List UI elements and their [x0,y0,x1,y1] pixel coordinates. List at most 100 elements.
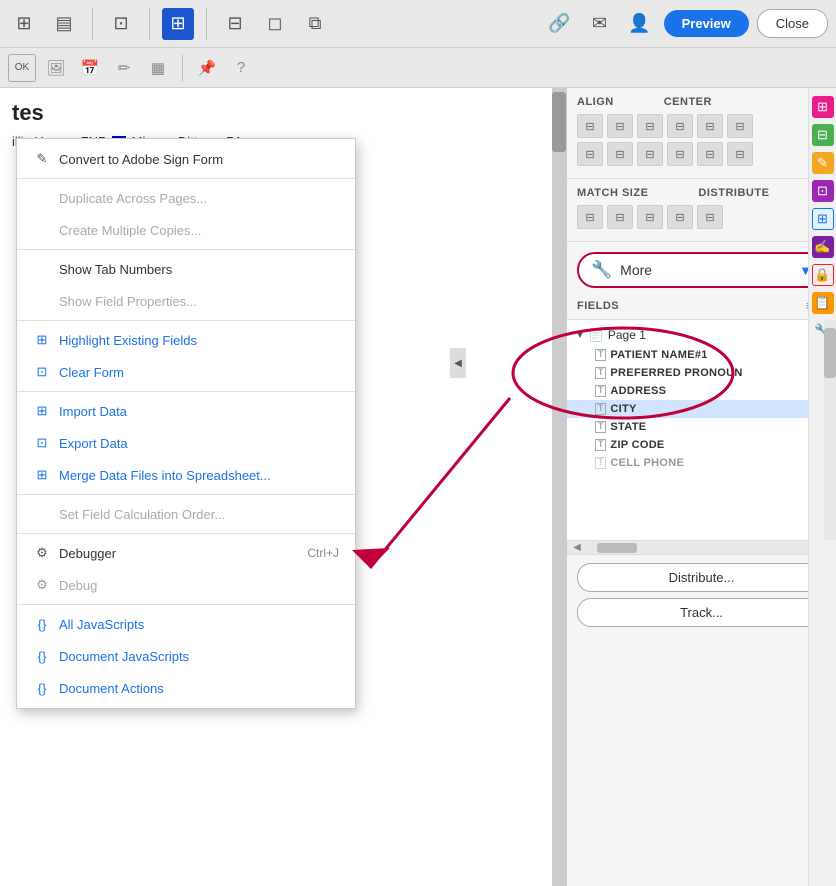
strip-icon-sign[interactable]: ✍ [812,236,834,258]
page1-icon: 📄 [589,328,604,342]
tool-ok[interactable]: OK [8,54,36,82]
align-bottom-icon[interactable]: ⊟ [727,114,753,138]
field-name-city: CITY [610,403,636,415]
align-center-h-icon[interactable]: ⊟ [607,114,633,138]
menu-highlight[interactable]: ⊞ Highlight Existing Fields [17,324,355,356]
fields-scrollbar[interactable] [824,320,836,540]
match-width-icon[interactable]: ⊟ [577,205,603,229]
menu-all-js[interactable]: {} All JavaScripts [17,608,355,640]
match-both-icon[interactable]: ⊟ [637,205,663,229]
menu-doc-js[interactable]: {} Document JavaScripts [17,640,355,672]
tool-calendar[interactable]: 📅 [76,54,104,82]
menu-doc-js-label: Document JavaScripts [59,649,189,664]
toolbar-right: 🔗 ✉ 👤 Preview Close [544,8,828,40]
tool-view[interactable]: ⊟ [219,8,251,40]
menu-doc-actions-label: Document Actions [59,681,164,696]
align-top-icon[interactable]: ⊟ [667,114,693,138]
pdf-scroll-thumb[interactable] [552,92,566,152]
fields-scroll-thumb[interactable] [824,328,836,378]
close-button[interactable]: Close [757,9,828,38]
align-center-v-icon[interactable]: ⊟ [697,114,723,138]
top-toolbar: ⊞ ▤ ⊡ ⊞ ⊟ ◻ ⧉ 🔗 ✉ 👤 Preview Close [0,0,836,48]
merge-icon: ⊞ [33,466,51,484]
tool-action[interactable]: ⧉ [299,8,331,40]
strip-icon-protect[interactable]: 🔒 [812,264,834,286]
align-bc-icon[interactable]: ⊟ [697,142,723,166]
field-patient-name[interactable]: T PATIENT NAME#1 [567,346,836,364]
fields-tree[interactable]: ▼ 📄 Page 1 T PATIENT NAME#1 T PREFERRED … [567,320,836,540]
fields-bottom-scroll[interactable]: ◀ ▶ [567,540,836,554]
field-icon-address: T [595,385,606,397]
pdf-scrollbar[interactable] [552,88,566,886]
field-address[interactable]: T ADDRESS [567,382,836,400]
left-scroll-arrow[interactable]: ◀ [450,348,466,378]
sep-4 [17,391,355,392]
tool-form[interactable]: ⊞ [162,8,194,40]
distribute-button[interactable]: Distribute... [577,563,826,592]
tool-help[interactable]: ? [227,54,255,82]
field-preferred-pronoun[interactable]: T PREFERRED PRONOUN [567,364,836,382]
field-cell-phone[interactable]: T CELL PHONE [567,454,836,472]
strip-icon-export[interactable]: ⊡ [812,180,834,202]
match-height-icon[interactable]: ⊟ [607,205,633,229]
tool-pin[interactable]: 📌 [193,54,221,82]
tool-text[interactable]: ▤ [48,8,80,40]
tool-preview2[interactable]: ◻ [259,8,291,40]
strip-icon-share[interactable]: ⊟ [812,124,834,146]
sep-1 [17,178,355,179]
tool-select[interactable]: ⊞ [8,8,40,40]
field-state[interactable]: T STATE [567,418,836,436]
align-bl-icon[interactable]: ⊟ [667,142,693,166]
tool-barcode[interactable]: ▦ [144,54,172,82]
menu-doc-actions[interactable]: {} Document Actions [17,672,355,704]
tool-image[interactable]: 🖼 [42,54,70,82]
tree-page-1[interactable]: ▼ 📄 Page 1 [567,324,836,346]
distribute-v-icon[interactable]: ⊟ [697,205,723,229]
separator3 [206,8,207,40]
page1-label: Page 1 [608,328,646,342]
menu-show-tab[interactable]: Show Tab Numbers [17,253,355,285]
menu-duplicate: Duplicate Across Pages... [17,182,355,214]
preview-button[interactable]: Preview [664,10,749,37]
scroll-left-arrow[interactable]: ◀ [567,542,587,553]
menu-import-data[interactable]: ⊞ Import Data [17,395,355,427]
mail-icon[interactable]: ✉ [584,8,616,40]
field-zip-code[interactable]: T ZIP CODE [567,436,836,454]
field-city[interactable]: T CITY [567,400,836,418]
user-icon[interactable]: 👤 [624,8,656,40]
align-label: ALIGN [577,96,614,108]
separator2 [149,8,150,40]
link-icon[interactable]: 🔗 [544,8,576,40]
strip-icon-measure[interactable]: ⊞ [812,208,834,230]
strip-icon-comment[interactable]: ✎ [812,152,834,174]
menu-merge-data[interactable]: ⊞ Merge Data Files into Spreadsheet... [17,459,355,491]
strip-icon-pages[interactable]: 📋 [812,292,834,314]
menu-debugger[interactable]: ⚙ Debugger Ctrl+J [17,537,355,569]
main-area: tes illie Harper, FNP Mignon Dittmar, PA… [0,88,836,886]
menu-convert[interactable]: ✎ Convert to Adobe Sign Form [17,143,355,175]
align-br-icon[interactable]: ⊟ [727,142,753,166]
center-label: CENTER [664,96,712,108]
align-tr-icon[interactable]: ⊟ [637,142,663,166]
align-tl-icon[interactable]: ⊟ [577,142,603,166]
field-icon-zip: T [595,439,606,451]
distribute-h-icon[interactable]: ⊟ [667,205,693,229]
align-left-icon[interactable]: ⊟ [577,114,603,138]
track-button[interactable]: Track... [577,598,826,627]
more-button[interactable]: 🔧 More ▼ [577,252,826,288]
tool-field[interactable]: ⊡ [105,8,137,40]
field-name-address: ADDRESS [610,385,666,397]
tool-sign[interactable]: ✏ [110,54,138,82]
strip-icon-form[interactable]: ⊞ [812,96,834,118]
menu-export-data[interactable]: ⊡ Export Data [17,427,355,459]
import-icon: ⊞ [33,402,51,420]
show-props-icon [33,292,51,310]
align-right-icon[interactable]: ⊟ [637,114,663,138]
menu-calc-order-label: Set Field Calculation Order... [59,507,225,522]
align-tc-icon[interactable]: ⊟ [607,142,633,166]
show-tab-icon [33,260,51,278]
menu-clear-form[interactable]: ⊡ Clear Form [17,356,355,388]
menu-create-copies-label: Create Multiple Copies... [59,223,201,238]
sep-3 [17,320,355,321]
right-panel: ALIGN CENTER ⊟ ⊟ ⊟ ⊟ ⊟ ⊟ ⊟ ⊟ ⊟ ⊟ ⊟ ⊟ [566,88,836,886]
